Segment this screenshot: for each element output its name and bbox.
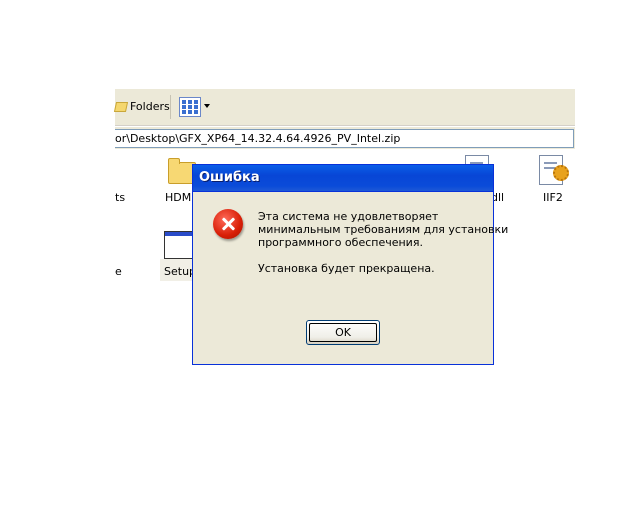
address-input[interactable]: or\Desktop\GFX_XP64_14.32.4.64.4926_PV_I… (115, 129, 574, 148)
message-footer: Установка будет прекращена. (258, 262, 435, 275)
dialog-titlebar[interactable]: Ошибка (193, 165, 493, 192)
file-label: e (115, 265, 122, 278)
dialog-message: Эта система не удовлетворяет минимальным… (258, 210, 509, 275)
file-label: ts (115, 191, 126, 204)
message-line: Эта система не удовлетворяет (258, 210, 439, 223)
file-label: HDMI (165, 191, 195, 204)
folder-icon (113, 102, 129, 112)
chevron-down-icon (204, 104, 210, 108)
explorer-toolbar: Folders (113, 89, 575, 126)
file-label: IIF2 (543, 191, 563, 204)
dialog-body: Эта система не удовлетворяет минимальным… (196, 192, 509, 361)
views-button[interactable] (179, 95, 213, 119)
error-icon (213, 209, 243, 239)
message-line: программного обеспечения. (258, 236, 423, 249)
error-dialog: Ошибка Эта система не удовлетворяет мини… (192, 164, 509, 365)
file-item[interactable]: e (115, 231, 135, 281)
gear-icon (553, 165, 569, 181)
file-item[interactable]: ts (115, 155, 135, 205)
folders-label: Folders (130, 100, 170, 113)
dialog-title: Ошибка (199, 170, 260, 185)
views-grid-icon (179, 97, 201, 117)
message-line: минимальным требованиям для установки (258, 223, 509, 236)
toolbar-separator (170, 95, 171, 119)
address-bar: or\Desktop\GFX_XP64_14.32.4.64.4926_PV_I… (115, 127, 575, 149)
file-item-iif2[interactable]: IIF2 (539, 155, 569, 205)
setup-window-icon (164, 231, 194, 259)
folders-button[interactable]: Folders (113, 97, 170, 117)
ok-button[interactable]: OK (306, 320, 380, 345)
message-spacer (258, 249, 493, 262)
ok-label: OK (335, 326, 351, 339)
